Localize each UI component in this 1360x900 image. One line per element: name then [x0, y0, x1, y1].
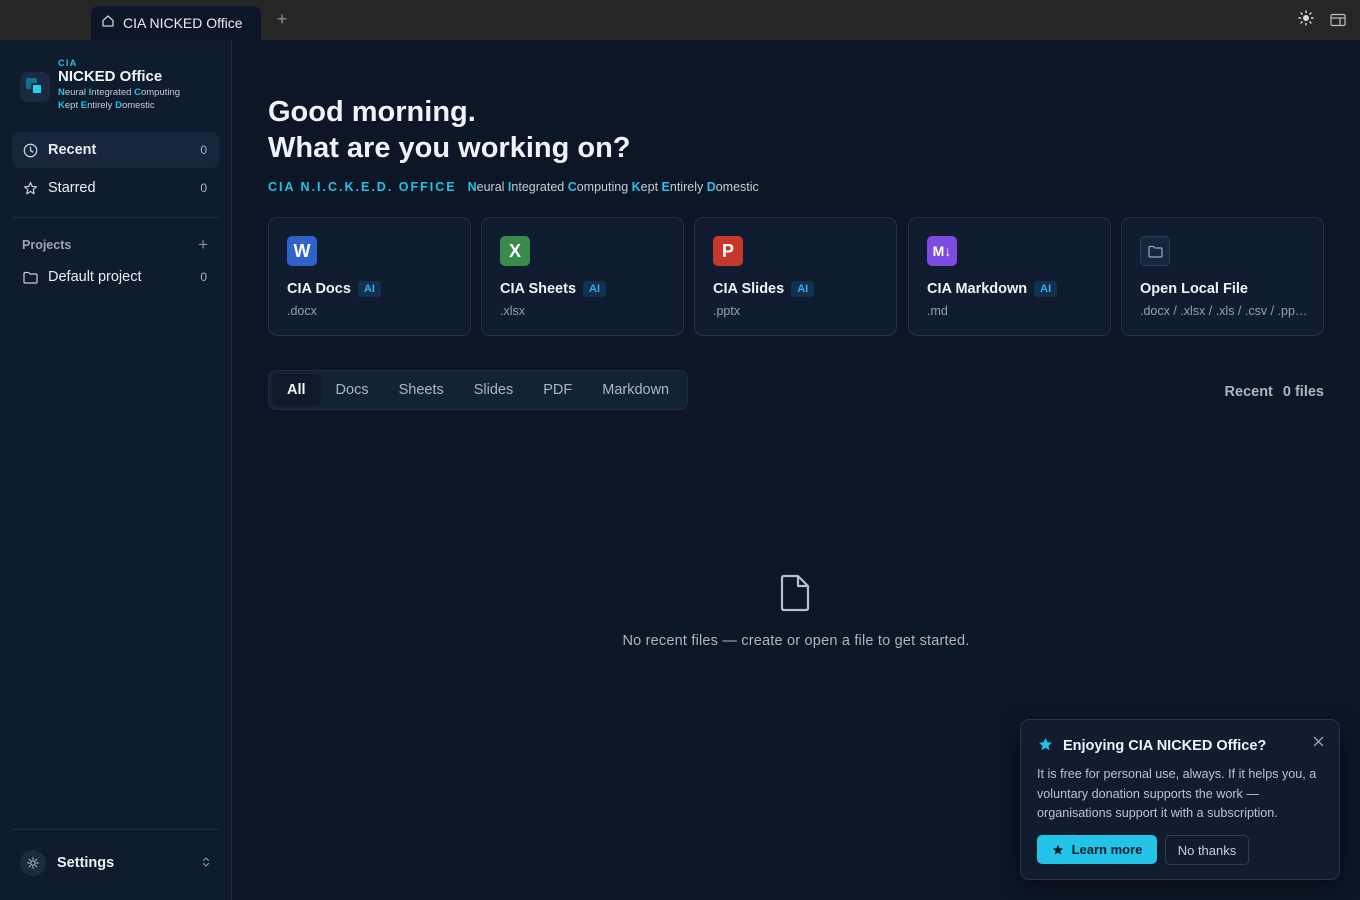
card-title: CIA Docs [287, 281, 351, 297]
card-extension: .docx / .xlsx / .xls / .csv / .pptx / .m… [1140, 304, 1310, 318]
filter-all[interactable]: All [272, 374, 321, 406]
powerpoint-icon: P [713, 236, 743, 266]
sidebar-item-label: Recent [48, 142, 97, 158]
toast-body: It is free for personal use, always. If … [1037, 767, 1317, 820]
title-bar: CIA NICKED Office + [0, 0, 1360, 40]
add-project-button[interactable]: + [198, 235, 208, 255]
projects-header: Projects + [22, 235, 208, 255]
brand-subtitle-line1: Neural Integrated Computing [58, 87, 181, 98]
card-title: Open Local File [1140, 281, 1248, 297]
greeting-line2: What are you working on? [268, 132, 631, 164]
close-icon[interactable] [1310, 733, 1326, 749]
gear-icon [20, 850, 46, 876]
settings-button[interactable]: Settings [20, 850, 210, 876]
file-type-filter: All Docs Sheets Slides PDF Markdown [268, 370, 689, 410]
divider [12, 829, 219, 830]
panel-toggle-icon[interactable] [1329, 8, 1347, 32]
recent-files-summary: Recent 0 files [1225, 384, 1324, 400]
new-docs-card[interactable]: W CIA Docs AI .docx [268, 217, 471, 336]
donation-toast: Enjoying CIA NICKED Office? It is free f… [1020, 719, 1340, 880]
open-local-file-card[interactable]: Open Local File .docx / .xlsx / .xls / .… [1121, 217, 1324, 336]
sun-icon[interactable] [1297, 6, 1315, 30]
card-extension: .docx [287, 304, 317, 318]
sidebar-item-starred[interactable]: Starred 0 [12, 170, 219, 206]
empty-state-message: No recent files — create or open a file … [622, 633, 970, 649]
files-count: 0 files [1282, 384, 1324, 400]
sidebar-item-label: Starred [48, 180, 96, 196]
brand-cia: CIA [58, 58, 78, 68]
brand-name: NICKED Office [58, 68, 163, 85]
filter-markdown[interactable]: Markdown [587, 374, 684, 406]
star-icon [1038, 737, 1053, 756]
divider [12, 217, 219, 218]
new-sheets-card[interactable]: X CIA Sheets AI .xlsx [481, 217, 684, 336]
new-slides-card[interactable]: P CIA Slides AI .pptx [694, 217, 897, 336]
card-extension: .pptx [713, 304, 741, 318]
card-extension: .md [927, 304, 948, 318]
chevron-updown-icon [202, 856, 210, 870]
card-title: CIA Slides [713, 281, 785, 297]
settings-label: Settings [57, 855, 115, 871]
brand: CIA NICKED Office Neural Integrated Comp… [20, 58, 180, 112]
toast-title: Enjoying CIA NICKED Office? [1063, 738, 1267, 754]
home-icon [101, 14, 115, 33]
acronym-expansion: Neural Integrated Computing Kept Entirel… [467, 180, 759, 194]
sidebar-item-recent[interactable]: Recent 0 [12, 132, 219, 168]
greeting-line1: Good morning. [268, 96, 476, 128]
new-markdown-card[interactable]: M↓ CIA Markdown AI .md [908, 217, 1111, 336]
recent-label: Recent [1224, 384, 1273, 400]
app-logo-icon [20, 72, 50, 102]
project-count: 0 [200, 270, 207, 284]
recent-count: 0 [200, 143, 207, 157]
ai-badge: AI [1034, 281, 1058, 297]
tagline: CIA N.I.C.K.E.D. OFFICE Neural Integrate… [268, 180, 759, 194]
filter-pdf[interactable]: PDF [528, 374, 587, 406]
excel-icon: X [500, 236, 530, 266]
projects-label: Projects [22, 238, 72, 252]
new-tab-button[interactable]: + [271, 8, 293, 30]
folder-icon [22, 269, 38, 285]
sidebar-item-default-project[interactable]: Default project 0 [12, 259, 219, 295]
sidebar-item-label: Default project [48, 269, 142, 285]
word-icon: W [287, 236, 317, 266]
card-title: CIA Sheets [500, 281, 577, 297]
sidebar: CIA NICKED Office Neural Integrated Comp… [0, 40, 232, 900]
star-icon [22, 180, 38, 196]
document-icon [779, 574, 811, 617]
starred-count: 0 [200, 181, 207, 195]
card-title: CIA Markdown [927, 281, 1028, 297]
tab-home[interactable]: CIA NICKED Office [91, 6, 261, 40]
tab-title: CIA NICKED Office [123, 15, 243, 31]
card-extension: .xlsx [500, 304, 525, 318]
filter-slides[interactable]: Slides [459, 374, 529, 406]
brand-subtitle-line2: Kept Entirely Domestic [58, 100, 155, 111]
brand-acronym: CIA N.I.C.K.E.D. OFFICE [268, 180, 457, 194]
no-thanks-button[interactable]: No thanks [1165, 835, 1249, 865]
learn-more-button[interactable]: Learn more [1037, 835, 1157, 864]
ai-badge: AI [583, 281, 607, 297]
clock-icon [22, 142, 38, 158]
ai-badge: AI [791, 281, 815, 297]
markdown-icon: M↓ [927, 236, 957, 266]
star-icon [1052, 844, 1063, 855]
filter-docs[interactable]: Docs [321, 374, 384, 406]
folder-icon [1140, 236, 1170, 266]
learn-more-label: Learn more [1071, 842, 1143, 857]
ai-badge: AI [357, 281, 381, 297]
filter-sheets[interactable]: Sheets [384, 374, 459, 406]
